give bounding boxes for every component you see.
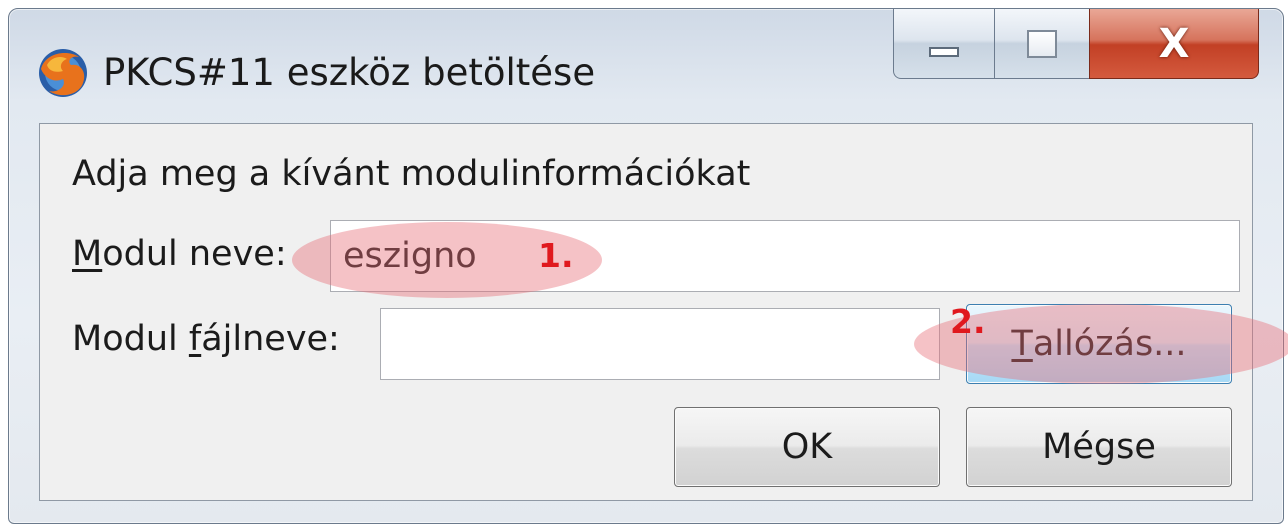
browse-accel: T — [1011, 324, 1033, 364]
maximize-icon — [1027, 29, 1057, 58]
module-file-label-pre: Modul — [72, 319, 189, 359]
module-name-input[interactable] — [330, 220, 1240, 292]
instructions-text: Adja meg a kívánt modulinformációkat — [72, 154, 751, 194]
browse-button[interactable]: Tallózás... — [966, 304, 1232, 384]
maximize-button[interactable] — [994, 9, 1090, 79]
window-title: PKCS#11 eszköz betöltése — [103, 51, 596, 94]
dialog-content: Adja meg a kívánt modulinformációkat Mod… — [39, 123, 1288, 501]
minimize-button[interactable] — [893, 9, 995, 79]
module-file-label-rest: ájlneve: — [201, 319, 340, 359]
module-name-label-rest: odul neve: — [102, 234, 287, 274]
dialog-window: PKCS#11 eszköz betöltése X Adja meg a kí… — [8, 8, 1288, 524]
title-bar[interactable]: PKCS#11 eszköz betöltése X — [9, 9, 1283, 125]
annotation-step-1: 1. — [538, 236, 574, 275]
close-button[interactable]: X — [1089, 9, 1259, 79]
module-name-accel: M — [72, 234, 103, 274]
module-file-label: Modul fájlneve: — [72, 319, 340, 359]
close-icon: X — [1158, 20, 1190, 67]
firefox-icon — [39, 49, 87, 97]
minimize-icon — [929, 46, 959, 57]
module-file-accel: f — [188, 319, 202, 359]
cancel-button[interactable]: Mégse — [966, 407, 1232, 487]
browse-label-rest: allózás... — [1032, 324, 1187, 364]
module-file-input[interactable] — [380, 308, 940, 380]
module-name-label: Modul neve: — [72, 234, 287, 274]
ok-button[interactable]: OK — [674, 407, 940, 487]
annotation-step-2: 2. — [950, 302, 986, 341]
